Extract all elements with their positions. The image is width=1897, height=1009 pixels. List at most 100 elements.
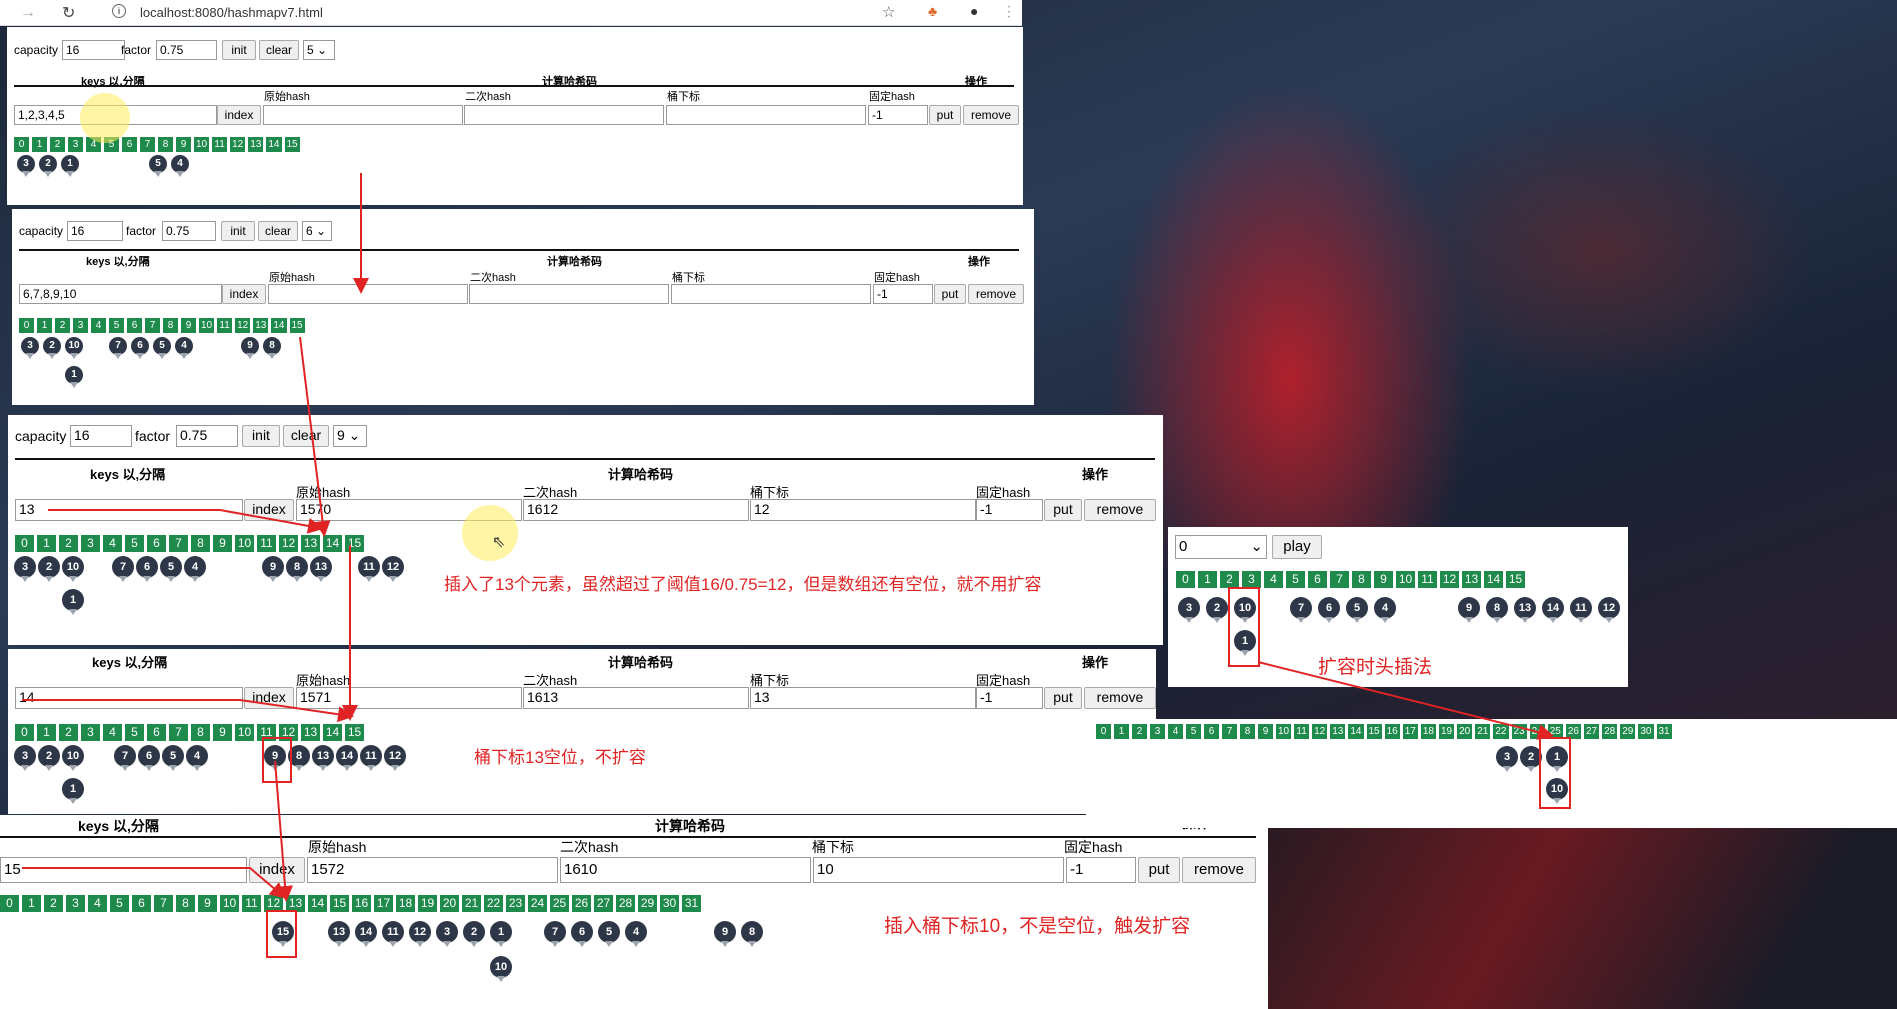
bucket-cell: 8 <box>176 895 195 912</box>
original-hash-input[interactable] <box>263 105 463 125</box>
bucket-cell: 2 <box>1220 571 1239 588</box>
keys-input[interactable]: 13 <box>15 499 243 521</box>
bucket-index-label: 桶下标 <box>667 91 700 103</box>
factor-label: factor <box>126 224 157 238</box>
bucket-cell: 30 <box>660 895 679 912</box>
fixed-hash-input[interactable]: -1 <box>868 105 928 125</box>
count-select[interactable]: 9 ⌄ <box>333 425 367 447</box>
factor-input[interactable]: 0.75 <box>176 425 238 447</box>
evernote-icon[interactable]: ● <box>970 3 978 19</box>
remove-button[interactable]: remove <box>1084 687 1156 709</box>
remove-button[interactable]: remove <box>963 105 1019 125</box>
put-button[interactable]: put <box>1044 687 1082 709</box>
original-hash-input[interactable]: 1572 <box>307 857 558 883</box>
factor-input[interactable]: 0.75 <box>156 40 217 60</box>
init-button[interactable]: init <box>242 425 280 447</box>
original-hash-input[interactable]: 1571 <box>296 687 522 709</box>
capacity-input[interactable]: 16 <box>67 221 123 241</box>
clear-button[interactable]: clear <box>283 425 329 447</box>
init-button[interactable]: init <box>221 221 255 241</box>
init-button[interactable]: init <box>222 40 256 60</box>
bucket-cell: 21 <box>462 895 481 912</box>
bucket-cell: 2 <box>44 895 63 912</box>
list-node: 8 <box>286 556 308 582</box>
bucket-cell: 12 <box>1312 724 1328 739</box>
original-hash-input[interactable] <box>268 284 468 304</box>
put-button[interactable]: put <box>1138 857 1180 883</box>
keys-header: keys 以,分隔 <box>92 655 168 670</box>
bucket-index-input[interactable] <box>666 105 866 125</box>
play-button[interactable]: play <box>1272 535 1322 559</box>
secondary-hash-input[interactable]: 1610 <box>560 857 811 883</box>
bucket-cell: 10 <box>235 535 254 552</box>
bucket-cell: 11 <box>1294 724 1310 739</box>
bucket-index-input[interactable]: 13 <box>750 687 976 709</box>
bucket-cell: 8 <box>1352 571 1371 588</box>
bucket-cell: 28 <box>1602 724 1618 739</box>
clear-button[interactable]: clear <box>259 40 299 60</box>
list-node: 3 <box>14 556 36 582</box>
index-button[interactable]: index <box>217 105 261 125</box>
index-button[interactable]: index <box>244 687 294 709</box>
list-node: 3 <box>436 921 458 947</box>
list-node: 2 <box>39 155 57 177</box>
bucket-cell: 19 <box>1439 724 1455 739</box>
count-select[interactable]: 5 ⌄ <box>303 40 335 60</box>
star-icon[interactable]: ☆ <box>882 3 895 21</box>
capacity-input[interactable]: 16 <box>62 40 125 60</box>
factor-input[interactable]: 0.75 <box>162 221 216 241</box>
bucket-cell: 11 <box>212 137 228 152</box>
bucket-cell: 1 <box>37 535 56 552</box>
bucket-index-input[interactable]: 12 <box>750 499 976 521</box>
keys-input[interactable]: 15 <box>0 857 247 883</box>
extension-icon[interactable]: ♣ <box>928 3 937 19</box>
list-node: 5 <box>162 745 184 771</box>
list-node: 3 <box>1178 597 1200 623</box>
fixed-hash-input[interactable]: -1 <box>873 284 933 304</box>
index-button[interactable]: index <box>249 857 305 883</box>
remove-button[interactable]: remove <box>968 284 1024 304</box>
list-node: 4 <box>175 337 193 359</box>
bucket-cell: 13 <box>301 535 320 552</box>
index-button[interactable]: index <box>222 284 266 304</box>
keys-input[interactable]: 14 <box>15 687 243 709</box>
bucket-index-input[interactable]: 10 <box>813 857 1064 883</box>
panel-2: capacity 16 factor 0.75 init clear 6 ⌄ k… <box>12 209 1034 405</box>
put-button[interactable]: put <box>934 284 966 304</box>
arrow-left-icon[interactable]: → <box>20 4 36 22</box>
bucket-cell: 2 <box>50 137 65 152</box>
count-select[interactable]: 6 ⌄ <box>302 221 332 241</box>
secondary-hash-input[interactable]: 1612 <box>523 499 749 521</box>
step-select[interactable]: 0 ⌄ <box>1175 535 1267 559</box>
bucket-cell: 20 <box>440 895 459 912</box>
remove-button[interactable]: remove <box>1084 499 1156 521</box>
index-button[interactable]: index <box>244 499 294 521</box>
capacity-label: capacity <box>15 428 67 444</box>
bucket-array: 0 1 2 3 4 5 6 7 8 9 10 11 12 13 14 15 <box>15 535 364 552</box>
secondary-hash-input[interactable]: 1613 <box>523 687 749 709</box>
clear-button[interactable]: clear <box>258 221 298 241</box>
secondary-hash-input[interactable] <box>464 105 664 125</box>
bucket-cell: 18 <box>1420 724 1436 739</box>
reload-icon[interactable]: ↻ <box>62 3 75 23</box>
menu-icon[interactable]: ⋮ <box>1002 3 1016 20</box>
bucket-index-input[interactable] <box>671 284 871 304</box>
panel-3: capacity 16 factor 0.75 init clear 9 ⌄ k… <box>8 415 1163 645</box>
put-button[interactable]: put <box>1044 499 1082 521</box>
put-button[interactable]: put <box>929 105 961 125</box>
remove-button[interactable]: remove <box>1182 857 1256 883</box>
bucket-index-label: 桶下标 <box>672 272 705 284</box>
fixed-hash-input[interactable]: -1 <box>976 499 1043 521</box>
bucket-cell: 29 <box>638 895 657 912</box>
address-bar[interactable]: localhost:8080/hashmapv7.html <box>140 5 323 20</box>
bucket-cell: 10 <box>220 895 239 912</box>
list-node: 11 <box>382 921 404 947</box>
list-node: 12 <box>384 745 406 771</box>
capacity-input[interactable]: 16 <box>70 425 132 447</box>
fixed-hash-input[interactable]: -1 <box>1066 857 1136 883</box>
list-node: 4 <box>171 155 189 177</box>
bucket-cell: 7 <box>169 535 188 552</box>
keys-input[interactable]: 6,7,8,9,10 <box>19 284 222 304</box>
fixed-hash-input[interactable]: -1 <box>976 687 1043 709</box>
secondary-hash-input[interactable] <box>469 284 669 304</box>
